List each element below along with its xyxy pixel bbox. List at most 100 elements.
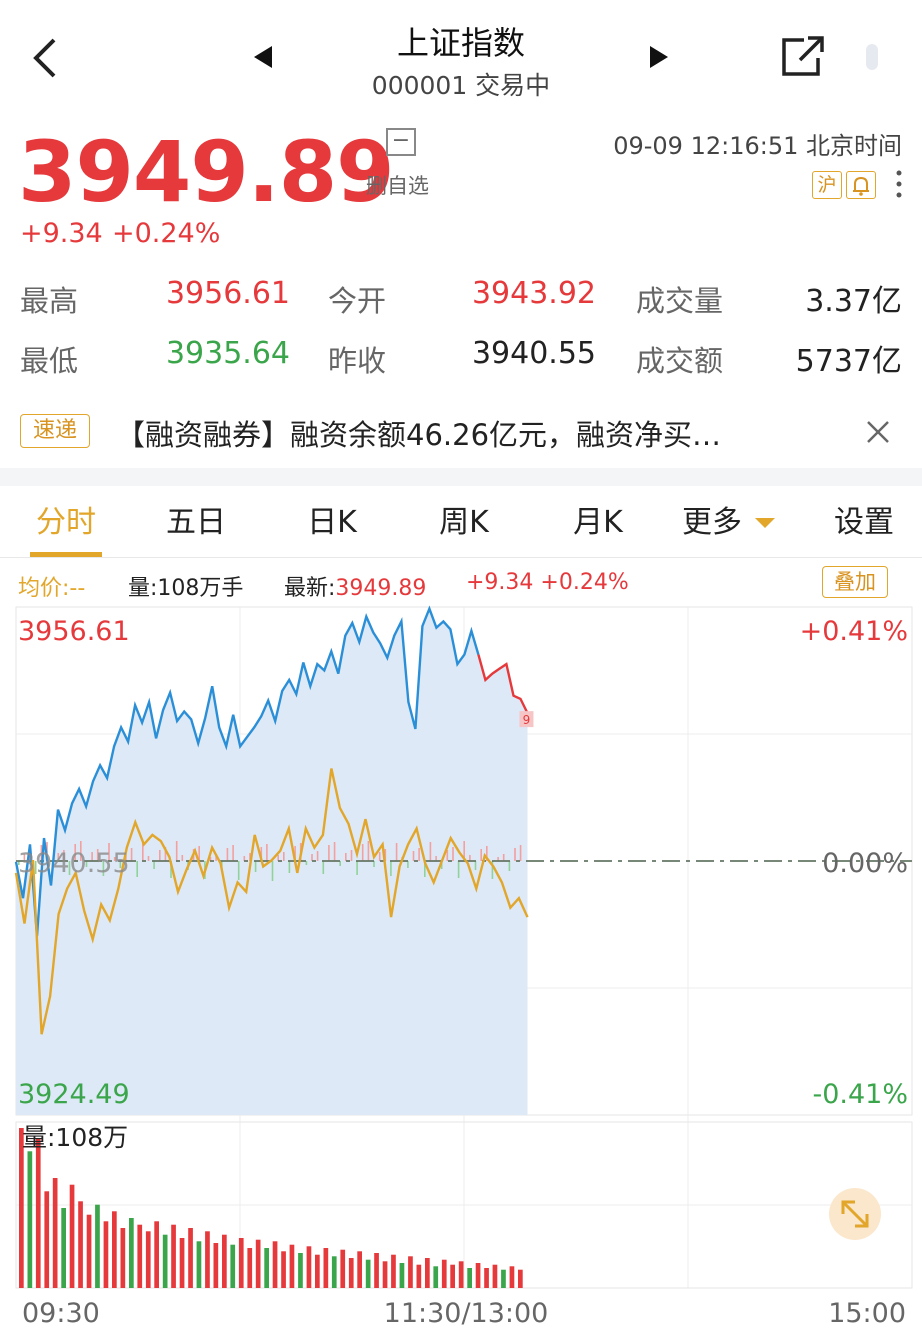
volume-bar <box>95 1204 100 1288</box>
volume-bar <box>44 1191 50 1288</box>
stat-prev-close-label: 昨收 <box>328 344 387 378</box>
quote-time: 09-09 12:16:51 北京时间 <box>613 132 902 160</box>
bell-icon <box>853 176 869 196</box>
chart-bottom-price: 3924.49 <box>18 1079 130 1110</box>
tab-monthly-k[interactable]: 月K <box>552 500 644 546</box>
tick-bar <box>153 861 155 869</box>
volume-bar <box>391 1254 396 1288</box>
tick-bar <box>361 844 364 861</box>
tick-bar <box>175 841 178 861</box>
prev-stock-button[interactable] <box>252 44 274 70</box>
tick-bar <box>502 854 505 861</box>
volume-bar <box>441 1259 447 1288</box>
volume-bar <box>357 1251 362 1288</box>
market-badge: 沪 <box>812 171 842 199</box>
axis-mid-time: 11:30/13:00 <box>384 1298 549 1329</box>
next-stock-button[interactable] <box>648 44 670 70</box>
chevron-left-icon <box>33 38 56 78</box>
stat-volume-label: 成交量 <box>636 284 724 318</box>
tick-bar <box>130 848 133 861</box>
volume-bar <box>238 1238 244 1288</box>
tick-bar <box>508 861 511 871</box>
volume-bar <box>196 1241 202 1288</box>
tick-bar <box>350 850 353 861</box>
tab-more[interactable]: 更多 <box>672 500 752 546</box>
tab-weekly-k[interactable]: 周K <box>418 500 510 546</box>
tick-bar <box>159 850 161 861</box>
expand-chart-button[interactable] <box>829 1188 881 1240</box>
minus-box-icon: − <box>386 128 416 156</box>
intraday-chart[interactable]: 9 3956.61 +0.41% 3940.55 0.00% 3924.49 -… <box>0 600 922 1335</box>
volume-bar <box>78 1201 83 1288</box>
tick-bar <box>226 848 229 861</box>
chart-base-price: 3940.55 <box>18 848 130 879</box>
tick-bar <box>418 848 420 861</box>
tick-bar <box>390 861 392 876</box>
volume-bar <box>145 1231 151 1288</box>
section-divider <box>0 468 922 486</box>
volume-bar <box>120 1228 126 1288</box>
volume-bar <box>188 1228 193 1288</box>
volume-bar <box>450 1264 455 1288</box>
volume-bar <box>365 1259 371 1288</box>
tab-five-day[interactable]: 五日 <box>150 500 242 546</box>
triangle-left-icon <box>254 46 272 68</box>
news-close-button[interactable] <box>862 416 894 448</box>
page-title: 上证指数 <box>396 24 525 62</box>
volume-bar <box>112 1211 117 1288</box>
latest-value: 3949.89 <box>335 576 427 601</box>
tick-bar <box>373 861 375 867</box>
chart-top-percent: +0.41% <box>800 616 908 647</box>
news-ticker[interactable]: 速递 【融资融券】融资余额46.26亿元，融资净买… <box>0 398 922 466</box>
volume-bar <box>408 1256 413 1288</box>
axis-start-time: 09:30 <box>22 1298 100 1329</box>
back-button[interactable] <box>26 34 66 82</box>
volume-bar <box>306 1246 312 1288</box>
volume-bar <box>171 1224 176 1288</box>
tick-bar <box>271 861 274 881</box>
volume-bar <box>382 1261 388 1288</box>
volume-bar <box>484 1268 489 1288</box>
tab-intraday[interactable]: 分时 <box>20 500 112 546</box>
tick-bar <box>378 852 381 861</box>
current-price: 3949.89 <box>18 123 395 221</box>
share-button[interactable] <box>780 32 828 80</box>
stat-open-label: 今开 <box>328 284 387 318</box>
price-alert-button[interactable] <box>846 171 876 199</box>
tick-bar <box>356 861 358 875</box>
volume-bar <box>154 1221 159 1288</box>
volume-bar <box>458 1261 464 1288</box>
stat-prev-close-value: 3940.55 <box>471 336 596 371</box>
volume-bar <box>281 1251 286 1288</box>
profile-placeholder <box>866 44 878 70</box>
tick-bar <box>283 852 285 861</box>
overlay-button[interactable]: 叠加 <box>822 566 888 598</box>
volume-bar <box>272 1241 278 1288</box>
close-icon <box>867 421 889 443</box>
volume-bar <box>137 1224 143 1288</box>
volume-bar <box>348 1258 354 1288</box>
remove-watchlist-button[interactable]: − 删自选 <box>366 128 448 198</box>
tick-bar <box>288 861 291 873</box>
chart-bottom-percent: -0.41% <box>812 1079 908 1110</box>
tab-daily-k[interactable]: 日K <box>286 500 378 546</box>
tick-bar <box>474 861 477 870</box>
volume-bar <box>129 1218 134 1288</box>
volume-bar <box>518 1269 523 1288</box>
volume-bar <box>509 1266 515 1288</box>
stat-high-label: 最高 <box>20 284 79 318</box>
tick-bar <box>514 848 516 861</box>
stat-volume-value: 3.37亿 <box>805 284 902 319</box>
tick-bar <box>429 842 432 861</box>
tab-settings[interactable]: 设置 <box>818 500 910 546</box>
volume-bar <box>433 1266 439 1288</box>
volume-bars <box>19 1128 523 1288</box>
vertical-dots-icon <box>896 170 902 198</box>
volume-bar <box>61 1208 66 1288</box>
volume-bar <box>247 1248 253 1288</box>
more-options-button[interactable] <box>890 168 908 200</box>
tick-bar <box>254 861 257 872</box>
more-dropdown-button[interactable] <box>752 514 778 532</box>
tick-bar <box>266 844 268 861</box>
price-change: +9.34 <box>20 218 103 249</box>
